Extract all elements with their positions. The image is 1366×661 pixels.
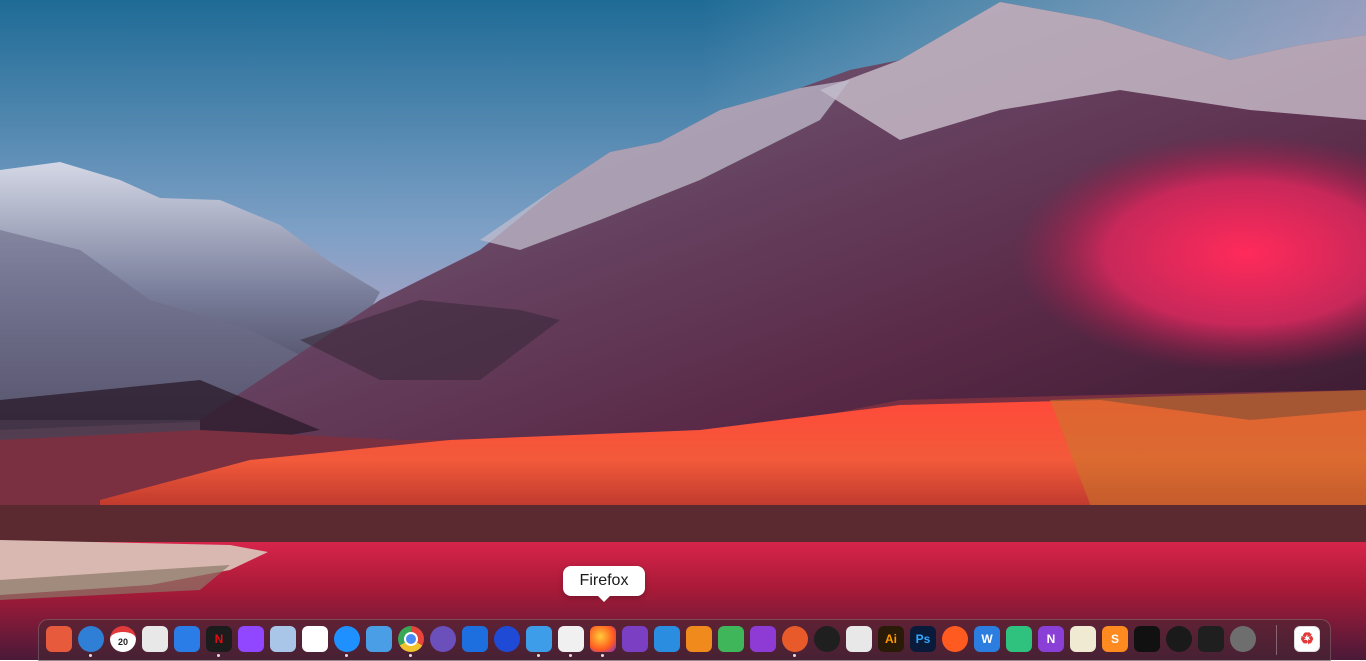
onenote-icon: N (1046, 632, 1056, 646)
illustrator-icon: Ai (885, 632, 897, 646)
dock-item-books[interactable] (46, 626, 72, 652)
recycle-icon: ♻ (1299, 631, 1315, 648)
dock-item-teamviewer[interactable] (462, 626, 488, 652)
running-indicator (793, 654, 796, 657)
dock-item-illustrator[interactable]: Ai (878, 626, 904, 652)
running-indicator (601, 654, 604, 657)
dock-item-visual-studio[interactable] (622, 626, 648, 652)
running-indicator (345, 654, 348, 657)
dock-item-brave[interactable] (494, 626, 520, 652)
dock-item-soundcloud[interactable] (942, 626, 968, 652)
dock-item-acrobat[interactable] (846, 626, 872, 652)
dock-item-virtualbox[interactable] (270, 626, 296, 652)
desktop-wallpaper (0, 0, 1366, 660)
tooltip-label: Firefox (579, 572, 629, 589)
dock-item-xbox[interactable] (1166, 626, 1192, 652)
dock-item-davinci[interactable] (782, 626, 808, 652)
dock-item-chrome[interactable] (398, 626, 424, 652)
dock-item-sublime[interactable]: S (1102, 626, 1128, 652)
dock-item-xmind[interactable] (1006, 626, 1032, 652)
chrome-center-icon (404, 632, 418, 646)
dock-item-dropbox[interactable] (174, 626, 200, 652)
dock: 20 N Ai Ps W N S ♻ (38, 619, 1331, 661)
calendar-icon: 20 (117, 637, 128, 647)
netflix-icon: N (214, 632, 224, 646)
dock-item-vscode[interactable] (654, 626, 680, 652)
dock-item-layers[interactable] (718, 626, 744, 652)
dock-item-netflix[interactable]: N (206, 626, 232, 652)
dock-item-firefox[interactable] (590, 626, 616, 652)
dock-item-fl-studio[interactable] (686, 626, 712, 652)
running-indicator (569, 654, 572, 657)
dock-item-tidal[interactable] (1134, 626, 1160, 652)
dock-item-shazam[interactable] (334, 626, 360, 652)
dock-item-twitch[interactable] (238, 626, 264, 652)
dock-item-figma[interactable] (814, 626, 840, 652)
photoshop-icon: Ps (915, 632, 931, 646)
dock-item-prism[interactable] (750, 626, 776, 652)
dock-item-terminal[interactable] (1198, 626, 1224, 652)
dock-separator (1276, 625, 1277, 655)
dock-item-atom[interactable] (430, 626, 456, 652)
dock-item-telegram[interactable] (302, 626, 328, 652)
dock-item-system-preferences[interactable] (1230, 626, 1256, 652)
dock-item-files[interactable] (526, 626, 552, 652)
dock-tooltip: Firefox (563, 566, 645, 602)
dock-item-trash[interactable]: ♻ (1294, 626, 1320, 652)
dock-item-word[interactable]: W (974, 626, 1000, 652)
dock-item-calendar[interactable]: 20 (110, 626, 136, 652)
sublime-icon: S (1110, 632, 1119, 646)
running-indicator (217, 654, 220, 657)
dock-item-notes[interactable] (1070, 626, 1096, 652)
running-indicator (409, 654, 412, 657)
dock-item-onenote[interactable]: N (1038, 626, 1064, 652)
dock-item-photoshop[interactable]: Ps (910, 626, 936, 652)
dock-item-microsoft-store[interactable] (558, 626, 584, 652)
running-indicator (89, 654, 92, 657)
dock-item-printer[interactable] (366, 626, 392, 652)
word-icon: W (981, 632, 993, 646)
dock-item-mail[interactable] (78, 626, 104, 652)
running-indicator (537, 654, 540, 657)
dock-item-transmission[interactable] (142, 626, 168, 652)
